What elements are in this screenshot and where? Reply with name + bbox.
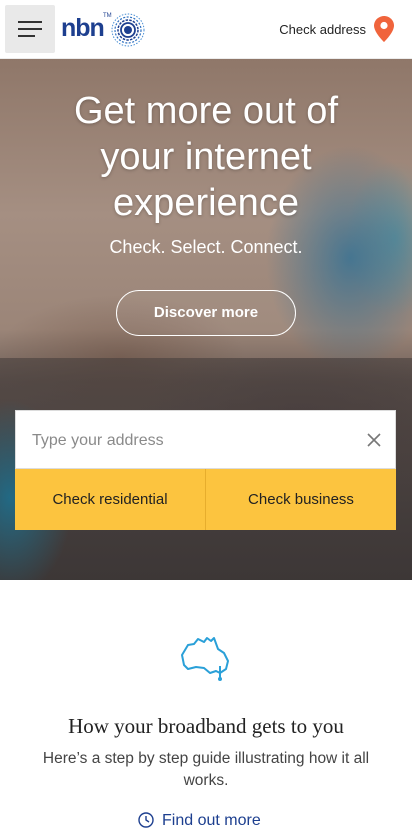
find-out-more-link[interactable]: Find out more [138,812,261,830]
address-search-input[interactable] [30,425,354,457]
hamburger-menu-icon [18,21,42,37]
broadband-info-section: How your broadband gets to you Here’s a … [0,580,412,829]
section-description: Here’s a step by step guide illustrating… [42,750,370,789]
check-buttons-row: Check residential Check business [15,469,396,530]
check-residential-button[interactable]: Check residential [15,469,206,530]
discover-more-button[interactable]: Discover more [116,290,296,336]
clock-icon [138,812,154,828]
close-icon[interactable] [367,433,381,447]
logo-text: nbn [61,14,105,42]
hero-title-line: experience [113,182,299,224]
find-out-more-label: Find out more [162,812,261,829]
hero-title-line: your internet [100,136,312,178]
section-heading: How your broadband gets to you [68,714,344,738]
address-search-panel: Check residential Check business [15,410,396,530]
address-input-container [15,410,396,469]
site-header: nbn TM Check address [0,0,412,59]
hero-title-line: Get more out of [73,90,338,132]
check-address-link[interactable]: Check address [279,21,366,39]
logo-swirl-icon [111,13,145,47]
hero-title: Get more out of your internet experience [0,88,412,226]
hero-subtitle: Check. Select. Connect. [109,237,303,257]
check-business-button[interactable]: Check business [206,469,396,530]
australia-map-pin-icon [181,637,229,681]
location-pin-icon[interactable] [374,16,394,42]
menu-button[interactable] [5,5,55,53]
